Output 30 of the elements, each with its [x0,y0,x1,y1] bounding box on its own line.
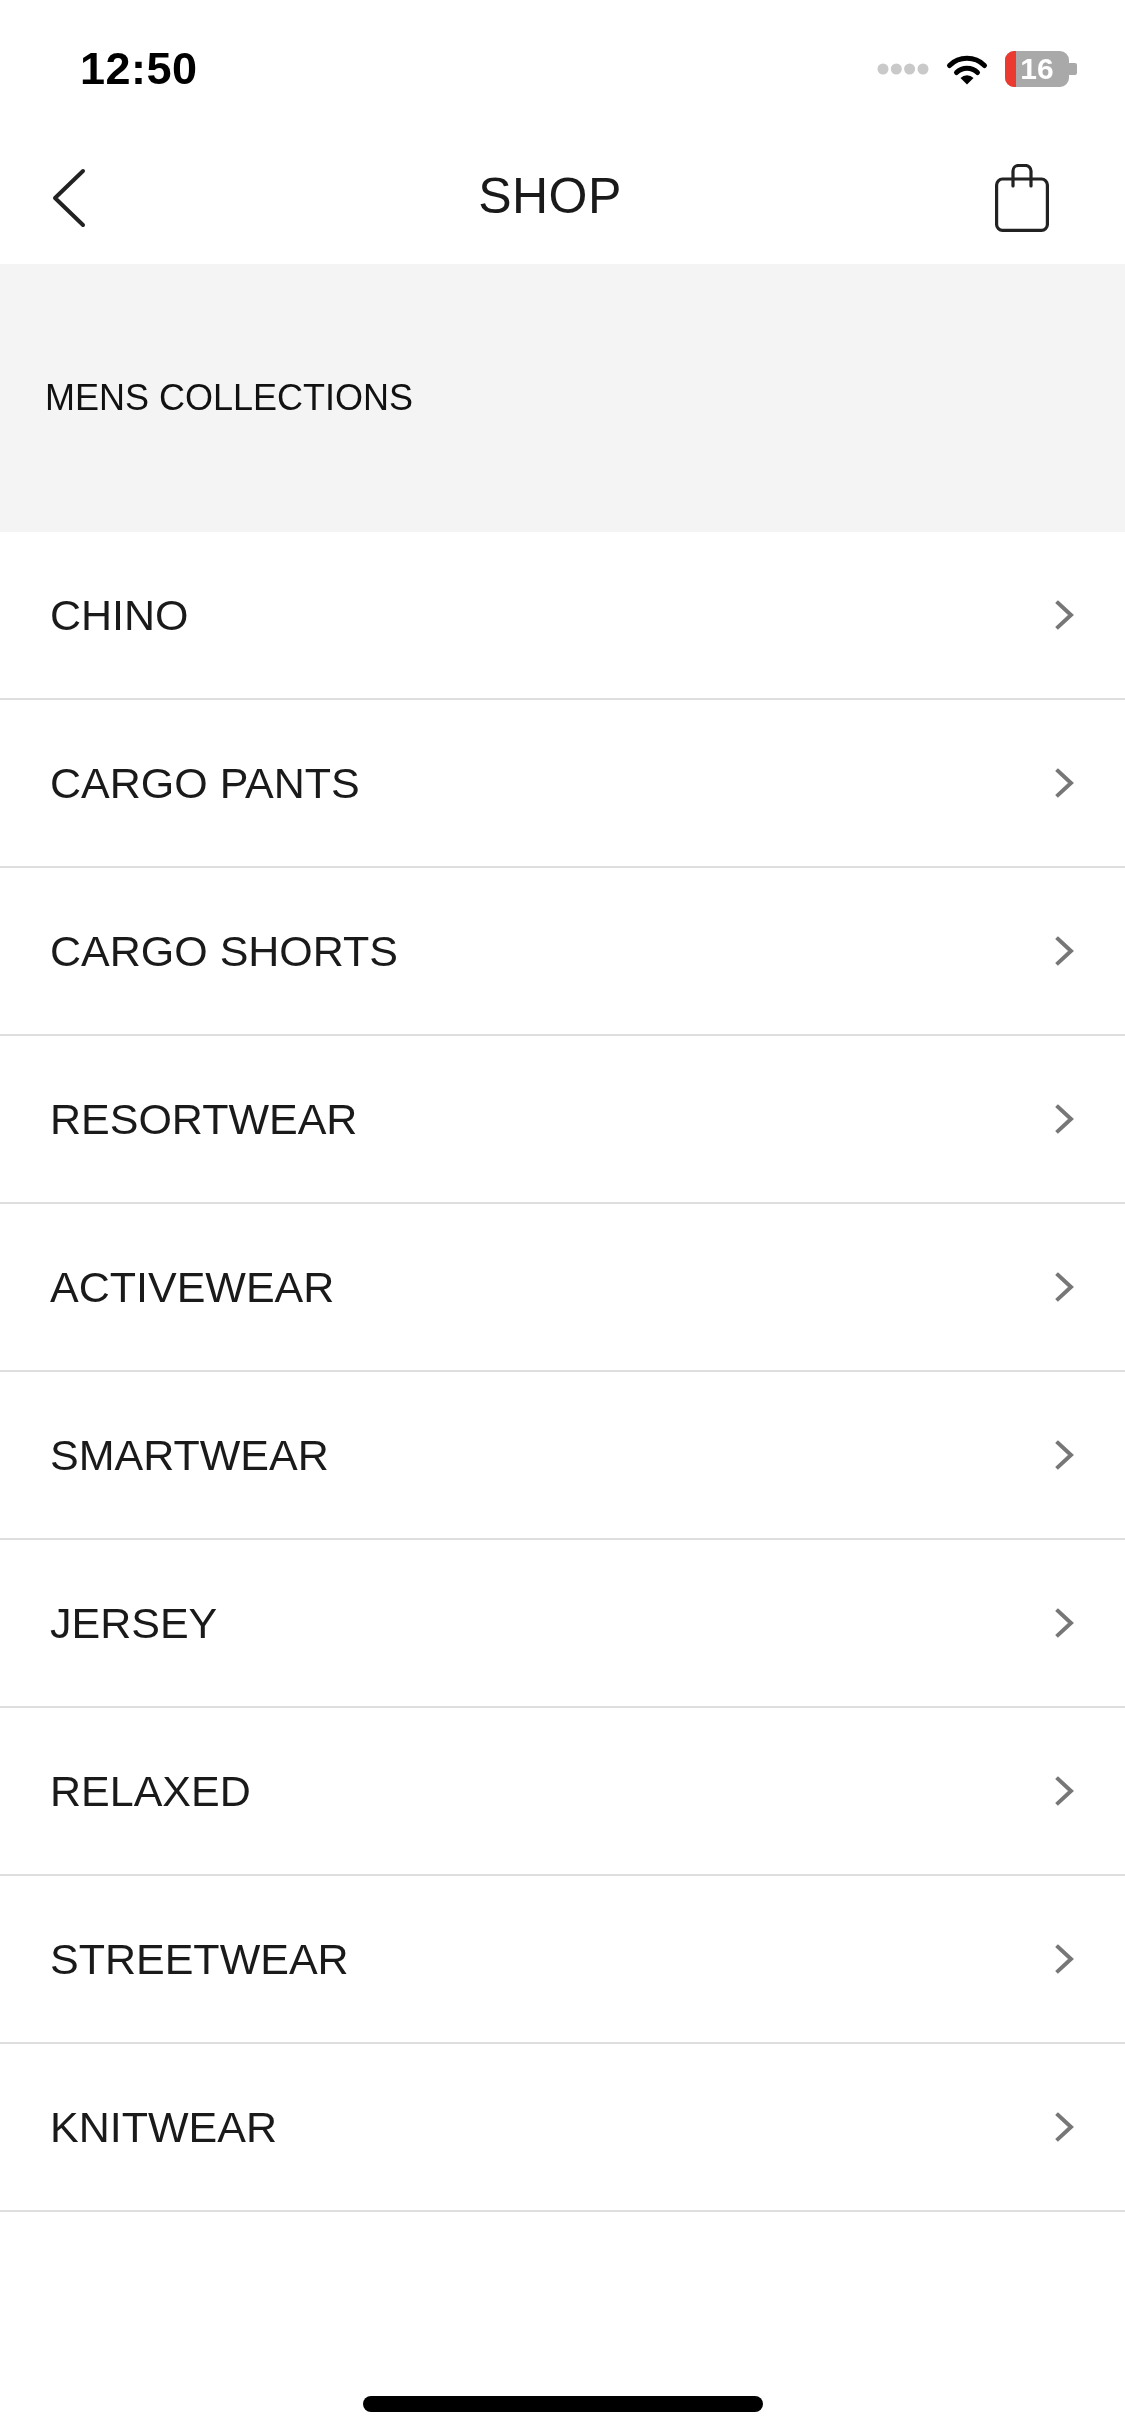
back-button[interactable] [51,168,87,228]
collection-item[interactable]: CARGO PANTS [0,700,1125,868]
chevron-right-icon [1055,1776,1075,1806]
chevron-right-icon [1055,1104,1075,1134]
back-icon [51,168,87,228]
battery-indicator: 16 [1005,51,1077,87]
chevron-right-icon [1055,1608,1075,1638]
chevron-right-icon [1055,768,1075,798]
collection-item[interactable]: ACTIVEWEAR [0,1204,1125,1372]
collection-item[interactable]: RESORTWEAR [0,1036,1125,1204]
collection-item[interactable]: CHINO [0,532,1125,700]
collection-item[interactable]: CARGO SHORTS [0,868,1125,1036]
collection-item[interactable]: SMARTWEAR [0,1372,1125,1540]
page-title: SHOP [478,167,622,225]
section-title: MENS COLLECTIONS [45,377,414,419]
wifi-icon [944,53,990,85]
chevron-right-icon [1055,2112,1075,2142]
chevron-right-icon [1055,1440,1075,1470]
chevron-right-icon [1055,600,1075,630]
signal-icon [877,63,929,75]
shopping-bag-icon [995,164,1049,232]
collection-item[interactable]: KNITWEAR [0,2044,1125,2212]
chevron-right-icon [1055,936,1075,966]
chevron-right-icon [1055,1944,1075,1974]
collection-item[interactable]: JERSEY [0,1540,1125,1708]
collection-item[interactable]: RELAXED [0,1708,1125,1876]
cart-button[interactable] [995,164,1049,232]
chevron-right-icon [1055,1272,1075,1302]
status-time: 12:50 [80,43,198,95]
collection-item[interactable]: STREETWEAR [0,1876,1125,2044]
